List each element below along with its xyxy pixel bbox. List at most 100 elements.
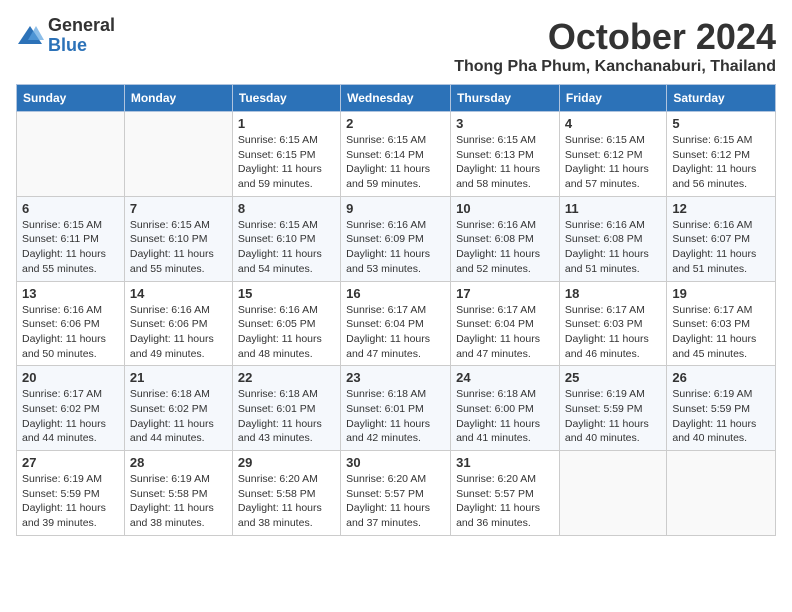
logo-general: General <box>48 16 115 36</box>
day-info: Sunrise: 6:15 AMSunset: 6:14 PMDaylight:… <box>346 133 445 192</box>
calendar-cell: 12 Sunrise: 6:16 AMSunset: 6:07 PMDayligh… <box>667 196 776 281</box>
day-info: Sunrise: 6:15 AMSunset: 6:11 PMDaylight:… <box>22 218 119 277</box>
day-number: 3 <box>456 116 554 131</box>
day-number: 22 <box>238 370 335 385</box>
calendar-day-header: Wednesday <box>341 85 451 112</box>
calendar-cell: 7 Sunrise: 6:15 AMSunset: 6:10 PMDaylight… <box>124 196 232 281</box>
calendar-day-header: Tuesday <box>232 85 340 112</box>
calendar-cell: 19 Sunrise: 6:17 AMSunset: 6:03 PMDayligh… <box>667 281 776 366</box>
day-info: Sunrise: 6:20 AMSunset: 5:57 PMDaylight:… <box>456 472 554 531</box>
day-number: 5 <box>672 116 770 131</box>
day-info: Sunrise: 6:16 AMSunset: 6:06 PMDaylight:… <box>22 303 119 362</box>
calendar-day-header: Thursday <box>451 85 560 112</box>
calendar-cell: 27 Sunrise: 6:19 AMSunset: 5:59 PMDayligh… <box>17 451 125 536</box>
logo-icon <box>16 22 44 50</box>
calendar-cell: 5 Sunrise: 6:15 AMSunset: 6:12 PMDaylight… <box>667 112 776 197</box>
calendar-week-row: 20Sunrise: 6:17 AMSunset: 6:02 PMDayligh… <box>17 366 776 451</box>
day-info: Sunrise: 6:16 AMSunset: 6:07 PMDaylight:… <box>672 218 770 277</box>
page-header: General Blue October 2024 Thong Pha Phum… <box>16 16 776 76</box>
calendar-week-row: 6 Sunrise: 6:15 AMSunset: 6:11 PMDaylight… <box>17 196 776 281</box>
day-info: Sunrise: 6:20 AMSunset: 5:57 PMDaylight:… <box>346 472 445 531</box>
calendar-day-header: Monday <box>124 85 232 112</box>
day-number: 6 <box>22 201 119 216</box>
day-info: Sunrise: 6:16 AMSunset: 6:08 PMDaylight:… <box>565 218 661 277</box>
day-number: 1 <box>238 116 335 131</box>
calendar-cell: 24Sunrise: 6:18 AMSunset: 6:00 PMDayligh… <box>451 366 560 451</box>
calendar-week-row: 27 Sunrise: 6:19 AMSunset: 5:59 PMDayligh… <box>17 451 776 536</box>
title-block: October 2024 Thong Pha Phum, Kanchanabur… <box>454 16 776 76</box>
calendar-week-row: 13Sunrise: 6:16 AMSunset: 6:06 PMDayligh… <box>17 281 776 366</box>
day-number: 31 <box>456 455 554 470</box>
day-info: Sunrise: 6:19 AMSunset: 5:59 PMDaylight:… <box>672 387 770 446</box>
day-info: Sunrise: 6:17 AMSunset: 6:03 PMDaylight:… <box>672 303 770 362</box>
logo-text: General Blue <box>48 16 115 56</box>
day-info: Sunrise: 6:17 AMSunset: 6:03 PMDaylight:… <box>565 303 661 362</box>
calendar-day-header: Friday <box>559 85 666 112</box>
calendar-cell: 6 Sunrise: 6:15 AMSunset: 6:11 PMDaylight… <box>17 196 125 281</box>
calendar-day-header: Sunday <box>17 85 125 112</box>
day-info: Sunrise: 6:19 AMSunset: 5:58 PMDaylight:… <box>130 472 227 531</box>
day-number: 27 <box>22 455 119 470</box>
day-number: 8 <box>238 201 335 216</box>
day-info: Sunrise: 6:18 AMSunset: 6:01 PMDaylight:… <box>238 387 335 446</box>
day-number: 14 <box>130 286 227 301</box>
calendar-cell: 2 Sunrise: 6:15 AMSunset: 6:14 PMDaylight… <box>341 112 451 197</box>
day-info: Sunrise: 6:18 AMSunset: 6:00 PMDaylight:… <box>456 387 554 446</box>
day-number: 23 <box>346 370 445 385</box>
calendar-cell: 14 Sunrise: 6:16 AMSunset: 6:06 PMDayligh… <box>124 281 232 366</box>
day-number: 17 <box>456 286 554 301</box>
day-info: Sunrise: 6:18 AMSunset: 6:02 PMDaylight:… <box>130 387 227 446</box>
location: Thong Pha Phum, Kanchanaburi, Thailand <box>454 58 776 76</box>
day-info: Sunrise: 6:20 AMSunset: 5:58 PMDaylight:… <box>238 472 335 531</box>
calendar-cell: 20Sunrise: 6:17 AMSunset: 6:02 PMDayligh… <box>17 366 125 451</box>
day-info: Sunrise: 6:16 AMSunset: 6:09 PMDaylight:… <box>346 218 445 277</box>
day-number: 25 <box>565 370 661 385</box>
calendar-cell: 10Sunrise: 6:16 AMSunset: 6:08 PMDayligh… <box>451 196 560 281</box>
calendar-cell: 9Sunrise: 6:16 AMSunset: 6:09 PMDaylight… <box>341 196 451 281</box>
calendar-cell: 3 Sunrise: 6:15 AMSunset: 6:13 PMDaylight… <box>451 112 560 197</box>
day-info: Sunrise: 6:15 AMSunset: 6:12 PMDaylight:… <box>672 133 770 192</box>
day-info: Sunrise: 6:16 AMSunset: 6:06 PMDaylight:… <box>130 303 227 362</box>
calendar-day-header: Saturday <box>667 85 776 112</box>
calendar-cell: 28 Sunrise: 6:19 AMSunset: 5:58 PMDayligh… <box>124 451 232 536</box>
calendar-cell <box>124 112 232 197</box>
day-number: 16 <box>346 286 445 301</box>
logo-blue: Blue <box>48 36 115 56</box>
day-info: Sunrise: 6:18 AMSunset: 6:01 PMDaylight:… <box>346 387 445 446</box>
calendar-cell <box>667 451 776 536</box>
calendar-cell: 15Sunrise: 6:16 AMSunset: 6:05 PMDayligh… <box>232 281 340 366</box>
calendar-cell: 13Sunrise: 6:16 AMSunset: 6:06 PMDayligh… <box>17 281 125 366</box>
calendar-cell: 11 Sunrise: 6:16 AMSunset: 6:08 PMDayligh… <box>559 196 666 281</box>
calendar-header-row: SundayMondayTuesdayWednesdayThursdayFrid… <box>17 85 776 112</box>
day-number: 26 <box>672 370 770 385</box>
calendar-cell <box>17 112 125 197</box>
day-info: Sunrise: 6:17 AMSunset: 6:04 PMDaylight:… <box>456 303 554 362</box>
day-number: 2 <box>346 116 445 131</box>
calendar-cell: 18Sunrise: 6:17 AMSunset: 6:03 PMDayligh… <box>559 281 666 366</box>
day-info: Sunrise: 6:16 AMSunset: 6:05 PMDaylight:… <box>238 303 335 362</box>
day-number: 7 <box>130 201 227 216</box>
day-number: 19 <box>672 286 770 301</box>
day-info: Sunrise: 6:15 AMSunset: 6:10 PMDaylight:… <box>238 218 335 277</box>
calendar-cell: 22 Sunrise: 6:18 AMSunset: 6:01 PMDayligh… <box>232 366 340 451</box>
calendar-cell: 16Sunrise: 6:17 AMSunset: 6:04 PMDayligh… <box>341 281 451 366</box>
day-info: Sunrise: 6:16 AMSunset: 6:08 PMDaylight:… <box>456 218 554 277</box>
day-info: Sunrise: 6:15 AMSunset: 6:10 PMDaylight:… <box>130 218 227 277</box>
day-info: Sunrise: 6:19 AMSunset: 5:59 PMDaylight:… <box>22 472 119 531</box>
day-info: Sunrise: 6:15 AMSunset: 6:15 PMDaylight:… <box>238 133 335 192</box>
month-title: October 2024 <box>454 16 776 58</box>
day-number: 29 <box>238 455 335 470</box>
day-info: Sunrise: 6:15 AMSunset: 6:12 PMDaylight:… <box>565 133 661 192</box>
calendar-cell: 29 Sunrise: 6:20 AMSunset: 5:58 PMDayligh… <box>232 451 340 536</box>
day-number: 4 <box>565 116 661 131</box>
day-info: Sunrise: 6:17 AMSunset: 6:02 PMDaylight:… <box>22 387 119 446</box>
day-number: 12 <box>672 201 770 216</box>
day-number: 30 <box>346 455 445 470</box>
day-number: 28 <box>130 455 227 470</box>
day-number: 21 <box>130 370 227 385</box>
calendar-cell: 4 Sunrise: 6:15 AMSunset: 6:12 PMDaylight… <box>559 112 666 197</box>
day-info: Sunrise: 6:15 AMSunset: 6:13 PMDaylight:… <box>456 133 554 192</box>
day-number: 11 <box>565 201 661 216</box>
calendar-table: SundayMondayTuesdayWednesdayThursdayFrid… <box>16 84 776 536</box>
calendar-cell: 23 Sunrise: 6:18 AMSunset: 6:01 PMDayligh… <box>341 366 451 451</box>
